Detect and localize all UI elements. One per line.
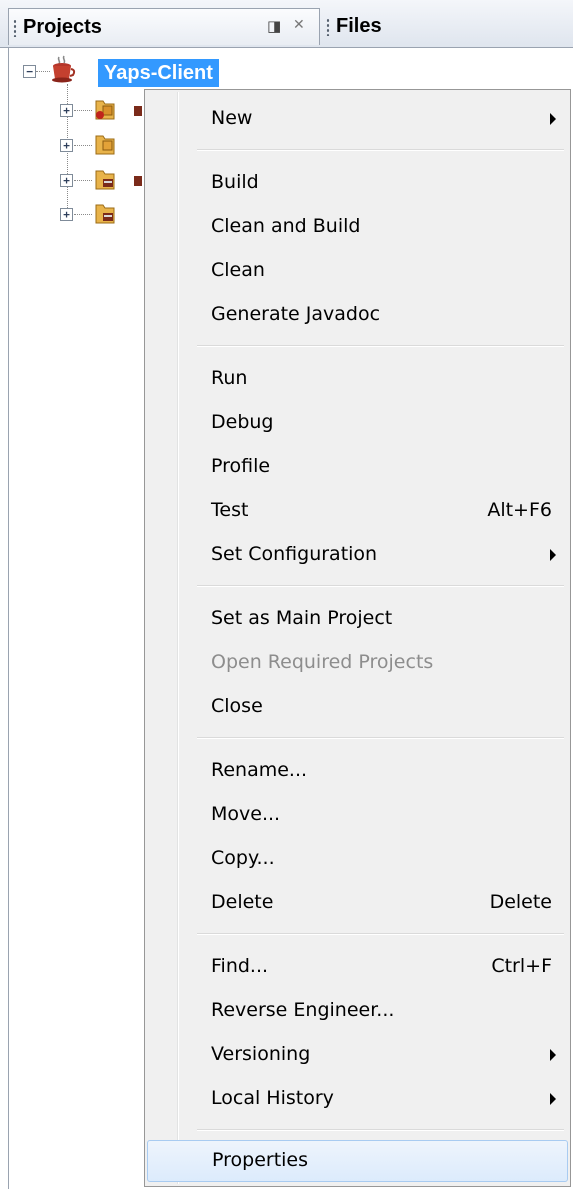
menu-item-shortcut: Delete [489, 891, 552, 913]
tree-connector [74, 214, 92, 216]
menu-item-properties[interactable]: Properties [147, 1140, 568, 1182]
submenu-arrow-icon [550, 549, 556, 561]
menu-item-reverse-engineer[interactable]: Reverse Engineer... [147, 991, 568, 1033]
menu-item-set-configuration[interactable]: Set Configuration [147, 535, 568, 577]
expand-toggle-icon[interactable]: + [60, 208, 73, 221]
menu-item-label: Open Required Projects [211, 651, 434, 673]
menu-separator [197, 585, 564, 587]
test-packages-folder-icon[interactable] [94, 132, 116, 156]
menu-item-label: Properties [212, 1149, 309, 1171]
menu-separator [197, 933, 564, 935]
menu-item-label: Rename... [211, 759, 308, 781]
menu-item-label: Move... [211, 803, 281, 825]
menu-item-run[interactable]: Run [147, 359, 568, 401]
menu-item-close[interactable]: Close [147, 687, 568, 729]
menu-item-set-as-main-project[interactable]: Set as Main Project [147, 599, 568, 641]
menu-item-versioning[interactable]: Versioning [147, 1035, 568, 1077]
menu-separator [197, 149, 564, 151]
menu-item-label: Delete [211, 891, 274, 913]
menu-item-label: Versioning [211, 1043, 311, 1065]
menu-item-clean-and-build[interactable]: Clean and Build [147, 207, 568, 249]
drag-grip-icon[interactable] [326, 18, 330, 36]
tree-connector [74, 145, 92, 147]
tab-files-label: Files [336, 15, 382, 37]
tree-connector [74, 180, 92, 182]
libraries-folder-icon[interactable] [94, 167, 116, 191]
menu-item-label: Test [211, 499, 249, 521]
menu-item-new[interactable]: New [147, 99, 568, 141]
menu-item-label: New [211, 107, 253, 129]
menu-item-label: Set as Main Project [211, 607, 393, 629]
tree-connector [36, 71, 50, 73]
menu-item-delete[interactable]: Delete Delete [147, 883, 568, 925]
menu-item-label: Close [211, 695, 263, 717]
tree-node-label-fragment [134, 106, 142, 116]
menu-item-label: Local History [211, 1087, 334, 1109]
menu-item-label: Generate Javadoc [211, 303, 381, 325]
tab-projects-label: Projects [23, 16, 102, 38]
menu-item-label: Profile [211, 455, 271, 477]
menu-item-build[interactable]: Build [147, 163, 568, 205]
menu-item-label: Reverse Engineer... [211, 999, 395, 1021]
collapse-toggle-icon[interactable]: − [23, 65, 36, 78]
expand-toggle-icon[interactable]: + [60, 174, 73, 187]
project-context-menu: New Build Clean and Build Clean Generate… [144, 89, 571, 1187]
menu-item-shortcut: Ctrl+F [491, 955, 552, 977]
menu-item-label: Run [211, 367, 248, 389]
expand-toggle-icon[interactable]: + [60, 139, 73, 152]
menu-separator [197, 737, 564, 739]
tree-connector [74, 110, 92, 112]
expand-toggle-icon[interactable]: + [60, 104, 73, 117]
menu-item-label: Copy... [211, 847, 275, 869]
menu-item-label: Build [211, 171, 259, 193]
menu-item-clean[interactable]: Clean [147, 251, 568, 293]
tree-left-border [8, 48, 9, 1189]
test-libraries-folder-icon[interactable] [94, 201, 116, 225]
menu-item-copy[interactable]: Copy... [147, 839, 568, 881]
menu-item-label: Find... [211, 955, 269, 977]
menu-item-shortcut: Alt+F6 [487, 499, 552, 521]
menu-item-debug[interactable]: Debug [147, 403, 568, 445]
submenu-arrow-icon [550, 1049, 556, 1061]
menu-item-rename[interactable]: Rename... [147, 751, 568, 793]
menu-item-label: Set Configuration [211, 543, 378, 565]
menu-separator [197, 345, 564, 347]
menu-item-label: Clean [211, 259, 265, 281]
menu-item-profile[interactable]: Profile [147, 447, 568, 489]
tab-projects[interactable]: Projects ◨ ✕ [8, 8, 320, 45]
explorer-tab-bar: Projects ◨ ✕ Files [0, 0, 573, 48]
coffee-cup-project-icon [52, 55, 76, 83]
menu-item-move[interactable]: Move... [147, 795, 568, 837]
submenu-arrow-icon [550, 1093, 556, 1105]
submenu-arrow-icon [550, 113, 556, 125]
menu-item-local-history[interactable]: Local History [147, 1079, 568, 1121]
menu-item-find[interactable]: Find... Ctrl+F [147, 947, 568, 989]
menu-item-label: Debug [211, 411, 274, 433]
menu-item-open-required-projects: Open Required Projects [147, 643, 568, 685]
drag-grip-icon[interactable] [13, 19, 17, 37]
menu-item-test[interactable]: Test Alt+F6 [147, 491, 568, 533]
minimize-window-icon[interactable]: ◨ [267, 17, 281, 35]
menu-separator [197, 1129, 564, 1131]
menu-item-generate-javadoc[interactable]: Generate Javadoc [147, 295, 568, 337]
source-packages-folder-icon[interactable] [94, 97, 116, 121]
close-icon[interactable]: ✕ [293, 17, 305, 33]
tab-files[interactable]: Files [322, 8, 573, 44]
menu-item-label: Clean and Build [211, 215, 361, 237]
project-node-label[interactable]: Yaps-Client [98, 59, 219, 87]
tree-node-label-fragment [134, 176, 142, 186]
